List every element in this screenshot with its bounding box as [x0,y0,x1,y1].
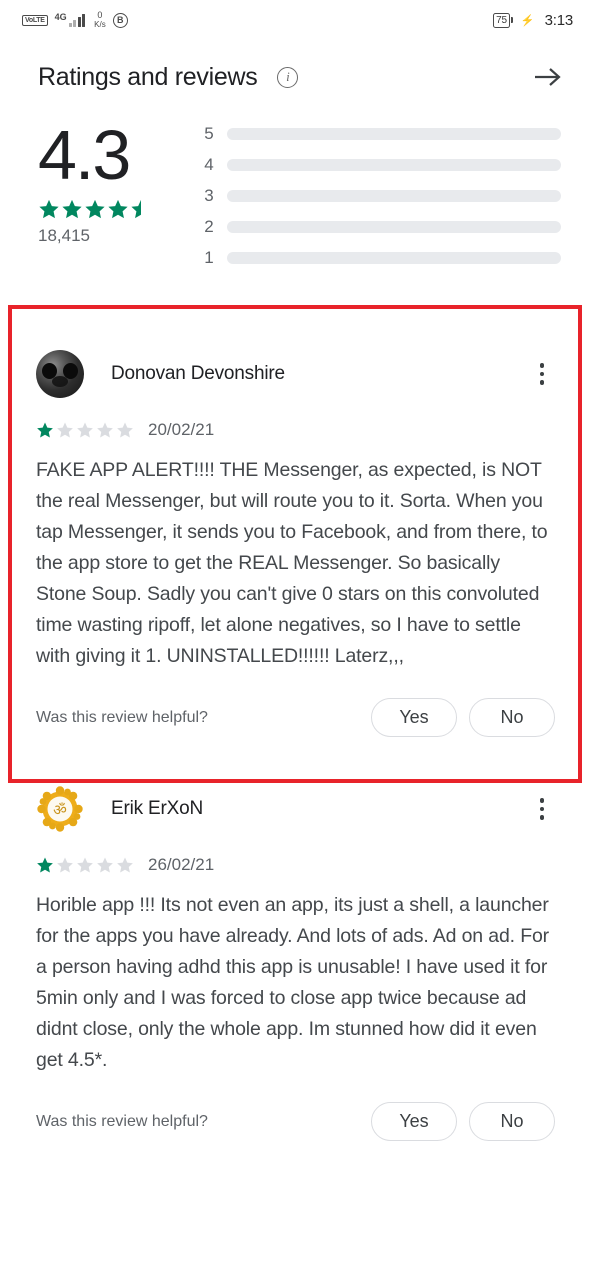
histogram-label: 3 [204,186,214,205]
star-icon [85,199,105,219]
more-options-icon[interactable] [529,794,555,824]
charging-bolt-icon: ⚡ [520,14,535,27]
arrow-right-icon [535,68,561,86]
review-star-row [36,856,134,874]
star-icon [77,422,93,438]
om-sun-icon: ॐ [37,786,83,832]
page-header: Ratings and reviews i [0,40,591,102]
average-score: 4.3 [38,116,131,194]
forward-arrow-button[interactable] [531,60,565,94]
review-meta: 20/02/21 [36,420,555,440]
histogram-row-4: 4 [203,155,561,175]
histogram-track [227,252,561,264]
review-card: ॐ Erik ErXoN 26/02/21 Horible app !!! It… [0,759,591,1141]
signal-strength-icon: 4G [55,13,86,27]
histogram-track [227,128,561,140]
network-speed-unit: K/s [94,20,106,29]
volte-icon: VoLTE [22,14,48,26]
helpful-question: Was this review helpful? [36,708,208,726]
star-icon [117,857,133,873]
star-icon [39,199,59,219]
rating-histogram: 5 4 3 2 1 [203,120,561,268]
histogram-row-2: 2 [203,217,561,237]
star-icon [57,422,73,438]
reviewer-name: Donovan Devonshire [111,363,285,384]
info-icon[interactable]: i [277,66,299,88]
network-speed-indicator: 0 K/s [94,10,106,30]
rating-summary: 4.3 18,415 5 4 3 2 1 [0,102,591,278]
review-date: 26/02/21 [148,855,215,874]
status-bar-right: 75 ⚡ 3:13 [493,12,573,29]
review-star-row [36,421,134,439]
histogram-track [227,190,561,202]
star-icon [97,857,113,873]
star-icon [62,199,82,219]
star-icon [57,857,73,873]
helpful-yes-button[interactable]: Yes [371,698,457,737]
network-speed-value: 0 [97,10,103,20]
helpful-yes-button[interactable]: Yes [371,1102,457,1141]
review-text: FAKE APP ALERT!!!! THE Messenger, as exp… [36,459,548,667]
star-icon [37,857,53,873]
status-bar: VoLTE 4G 0 K/s B 75 ⚡ 3:13 [0,0,591,40]
review-card: Donovan Devonshire 20/02/21 FAKE APP ALE… [0,324,591,737]
average-star-row [38,198,152,220]
helpful-buttons: Yes No [371,1102,555,1141]
star-icon [37,422,53,438]
battery-icon: 75 [493,12,513,28]
review-text: Horible app !!! Its not even an app, its… [36,894,549,1071]
histogram-track [227,159,561,171]
histogram-row-1: 1 [203,248,561,268]
battery-level-label: 75 [493,12,510,28]
helpful-no-button[interactable]: No [469,698,555,737]
signal-bars-icon [68,13,86,27]
review-meta: 26/02/21 [36,855,555,875]
status-bar-left: VoLTE 4G 0 K/s B [22,11,128,29]
star-icon [77,857,93,873]
review-date: 20/02/21 [148,420,215,439]
histogram-label: 4 [204,155,214,174]
histogram-label: 1 [204,248,214,267]
network-type-label: 4G [54,12,67,22]
histogram-label: 5 [204,124,214,143]
histogram-row-5: 5 [203,124,561,144]
helpful-row: Was this review helpful? Yes No [36,1102,555,1141]
star-icon [97,422,113,438]
more-options-icon[interactable] [529,359,555,389]
helpful-no-button[interactable]: No [469,1102,555,1141]
helpful-question: Was this review helpful? [36,1112,208,1130]
om-glyph: ॐ [53,801,67,819]
cat-photo-avatar [36,350,84,398]
helpful-row: Was this review helpful? Yes No [36,698,555,737]
review-header: Donovan Devonshire [36,350,555,398]
page-title: Ratings and reviews [38,62,258,91]
review-header: ॐ Erik ErXoN [36,785,555,833]
app-screen: VoLTE 4G 0 K/s B 75 ⚡ 3:13 Ratings and r… [0,0,591,1280]
battery-cap [510,17,513,23]
star-icon [117,422,133,438]
clock-label: 3:13 [544,11,574,29]
star-icon [108,199,128,219]
helpful-buttons: Yes No [371,698,555,737]
histogram-label: 2 [204,217,214,236]
reviewer-name: Erik ErXoN [111,798,203,819]
review-count: 18,415 [38,226,90,245]
cat-muzzle [52,376,68,387]
histogram-row-3: 3 [203,186,561,206]
star-half-icon [131,199,141,219]
om-mandala-avatar: ॐ [36,785,84,833]
average-score-block: 4.3 18,415 [38,120,203,268]
b-badge-icon: B [112,12,128,28]
histogram-track [227,221,561,233]
